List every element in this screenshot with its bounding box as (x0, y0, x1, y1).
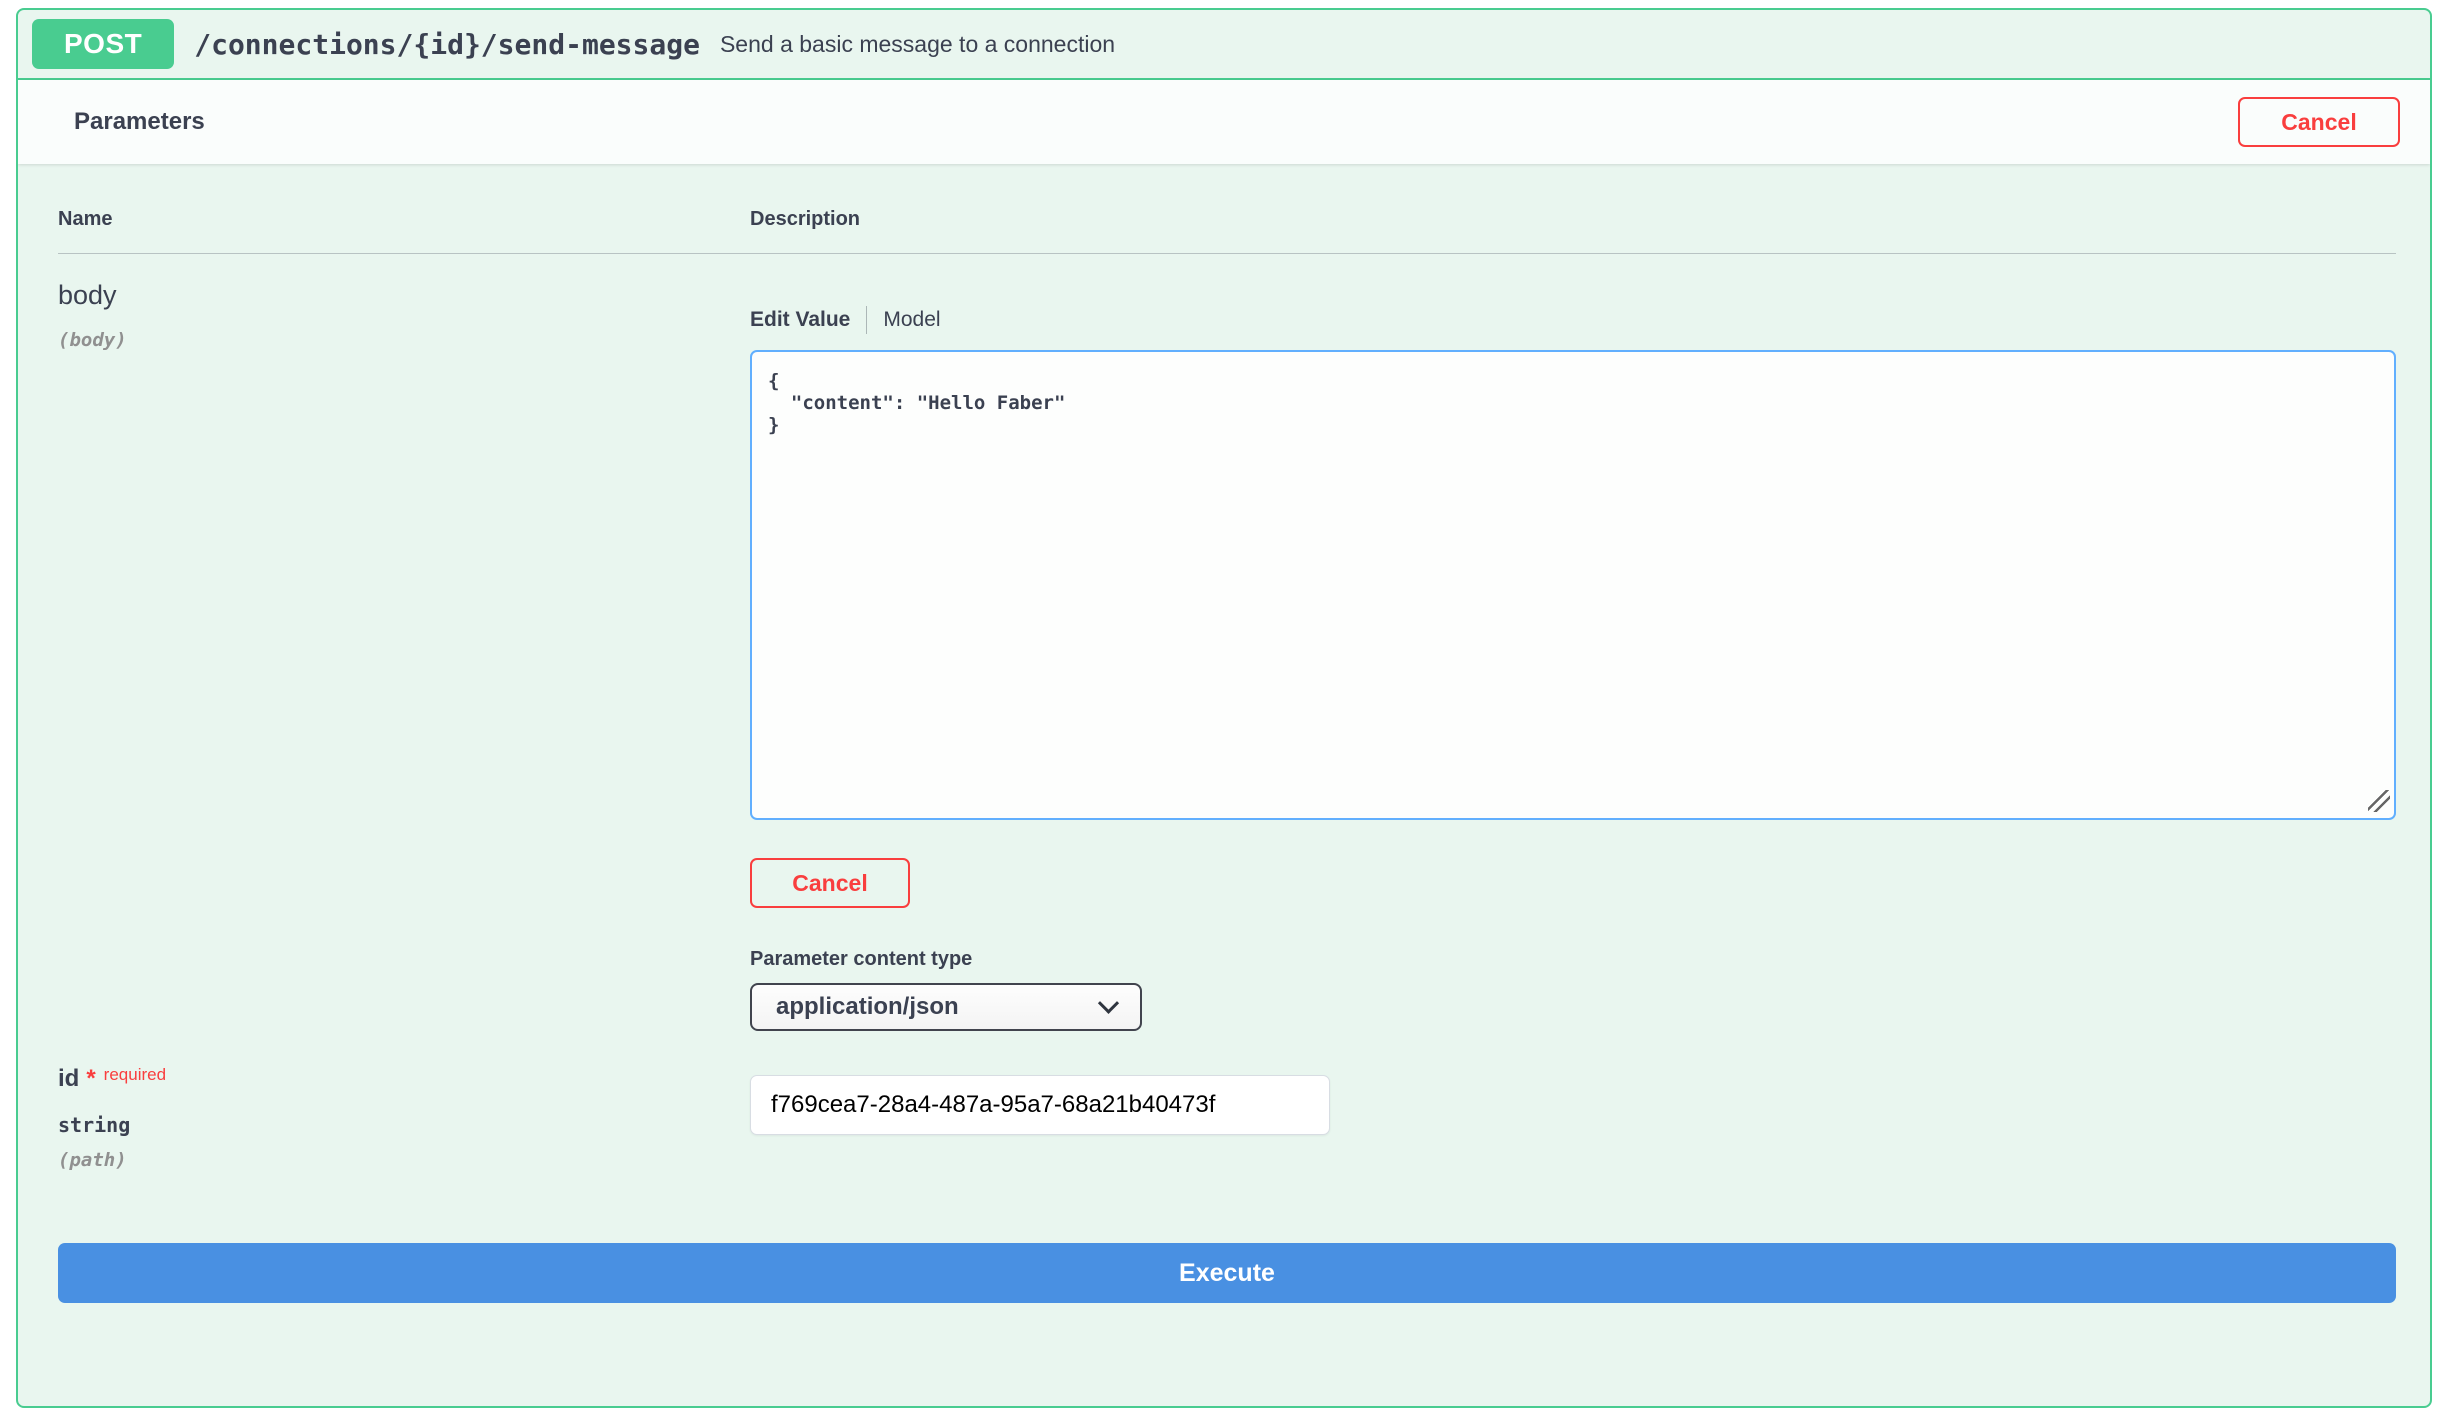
column-header-description: Description (750, 208, 861, 230)
cancel-try-out-button[interactable]: Cancel (2238, 97, 2400, 147)
body-textarea-wrap: { "content": "Hello Faber" } (750, 350, 2396, 820)
required-star: * (86, 1065, 96, 1092)
content-type-selected-value: application/json (776, 993, 959, 1020)
content-type-label: Parameter content type (750, 948, 973, 970)
id-parameter-editor (750, 1065, 2396, 1171)
chevron-down-icon (1097, 992, 1120, 1014)
parameters-title: Parameters (74, 108, 205, 135)
body-parameter-editor: Edit Value Model { "content": "Hello Fab… (750, 254, 2396, 1031)
id-parameter-type: string (58, 1113, 131, 1137)
endpoint-path: /connections/{id}/send-message (194, 27, 700, 61)
id-parameter-info: id * required string (path) (58, 1065, 750, 1171)
tab-model[interactable]: Model (883, 308, 940, 332)
method-badge: POST (32, 19, 175, 69)
parameters-section-header: Parameters Cancel (18, 80, 2430, 164)
id-parameter-name: id (58, 1065, 80, 1092)
execute-button[interactable]: Execute (58, 1243, 2396, 1303)
id-parameter-location: (path) (58, 1149, 127, 1171)
body-value-textarea[interactable]: { "content": "Hello Faber" } (750, 350, 2396, 820)
operation-header[interactable]: POST /connections/{id}/send-message Send… (18, 10, 2430, 80)
table-header-row: Name Description (58, 164, 2396, 254)
resize-handle-icon[interactable] (2368, 790, 2390, 812)
parameters-table: Name Description body (body) Edit Value … (18, 164, 2430, 1303)
body-editor-tabs: Edit Value Model (750, 306, 2396, 334)
content-type-select[interactable]: application/json (750, 983, 1142, 1031)
id-value-input[interactable] (750, 1075, 1330, 1135)
body-parameter-name: body (58, 280, 117, 310)
required-label: required (103, 1065, 167, 1084)
body-parameter-info: body (body) (58, 254, 750, 1031)
body-parameter-row: body (body) Edit Value Model { "content"… (58, 254, 2396, 1031)
body-parameter-location: (body) (58, 329, 127, 351)
tab-divider (866, 306, 868, 334)
endpoint-summary: Send a basic message to a connection (719, 30, 1116, 57)
id-parameter-row: id * required string (path) (58, 1065, 2396, 1171)
operation-panel: POST /connections/{id}/send-message Send… (16, 8, 2432, 1408)
cancel-edit-button[interactable]: Cancel (750, 858, 910, 908)
tab-edit-value[interactable]: Edit Value (750, 308, 850, 332)
column-header-name: Name (58, 208, 113, 230)
